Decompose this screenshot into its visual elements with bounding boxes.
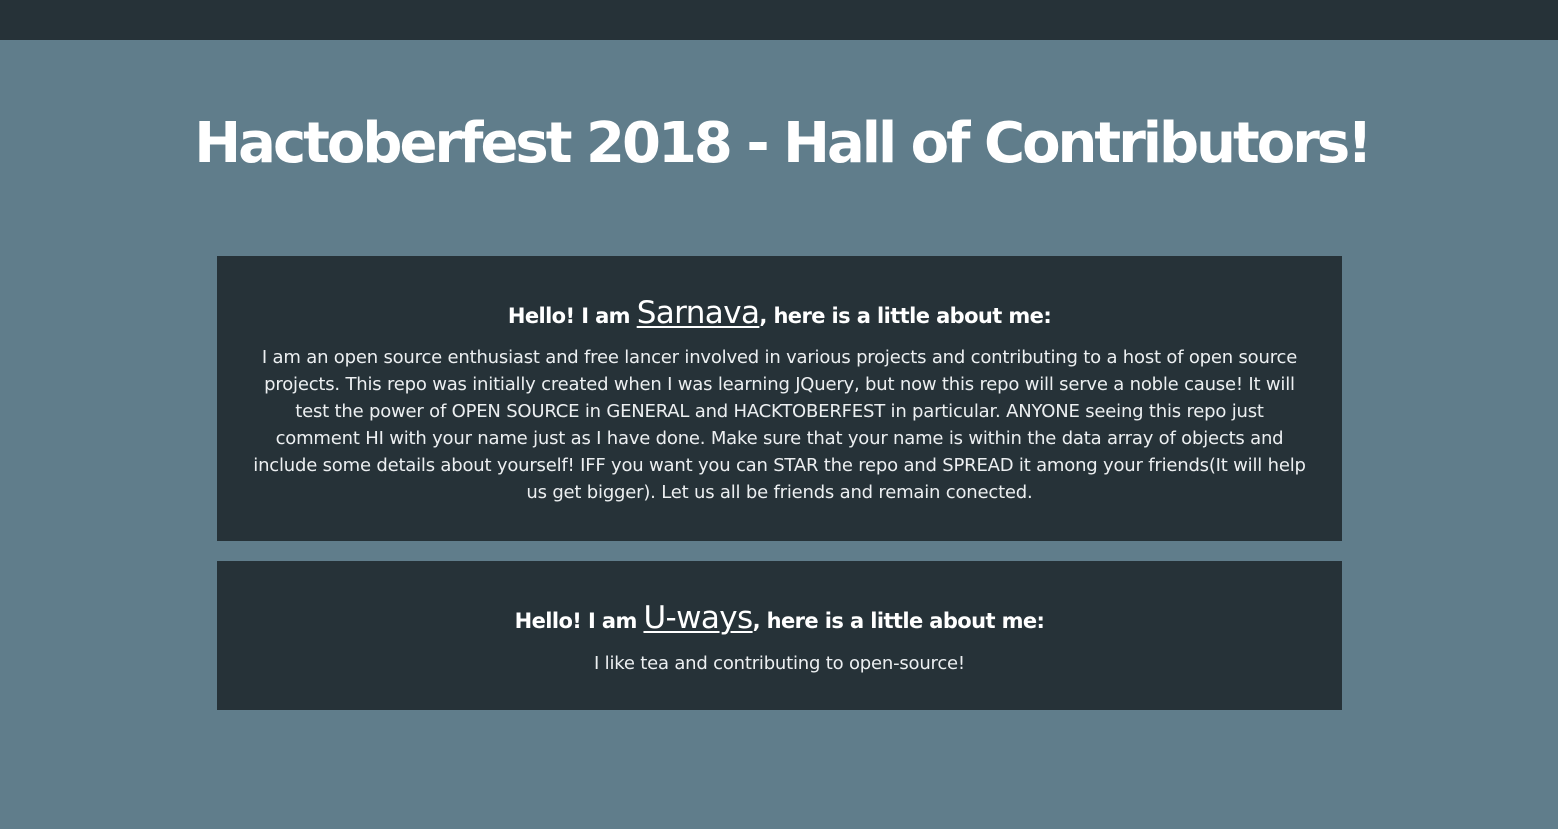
contributor-about: I am an open source enthusiast and free … [253,347,1306,503]
contributor-heading: Hello! I am U-ways, here is a little abo… [251,597,1308,642]
contributor-about: I like tea and contributing to open-sour… [594,653,965,674]
intro-prefix: Hello! I am [514,609,644,633]
top-bar [0,0,1558,40]
contributor-card-u-ways: Hello! I am U-ways, here is a little abo… [217,561,1342,710]
intro-prefix: Hello! I am [507,304,637,328]
contributor-heading: Hello! I am Sarnava, here is a little ab… [251,292,1308,337]
page-title: Hactoberfest 2018 - Hall of Contributors… [194,111,1372,176]
intro-suffix: , here is a little about me: [752,609,1045,633]
contributor-name-link[interactable]: U-ways [643,600,753,636]
contributor-card-sarnava: Hello! I am Sarnava, here is a little ab… [217,256,1342,541]
contributor-name-link[interactable]: Sarnava [637,295,760,331]
intro-suffix: , here is a little about me: [759,304,1052,328]
